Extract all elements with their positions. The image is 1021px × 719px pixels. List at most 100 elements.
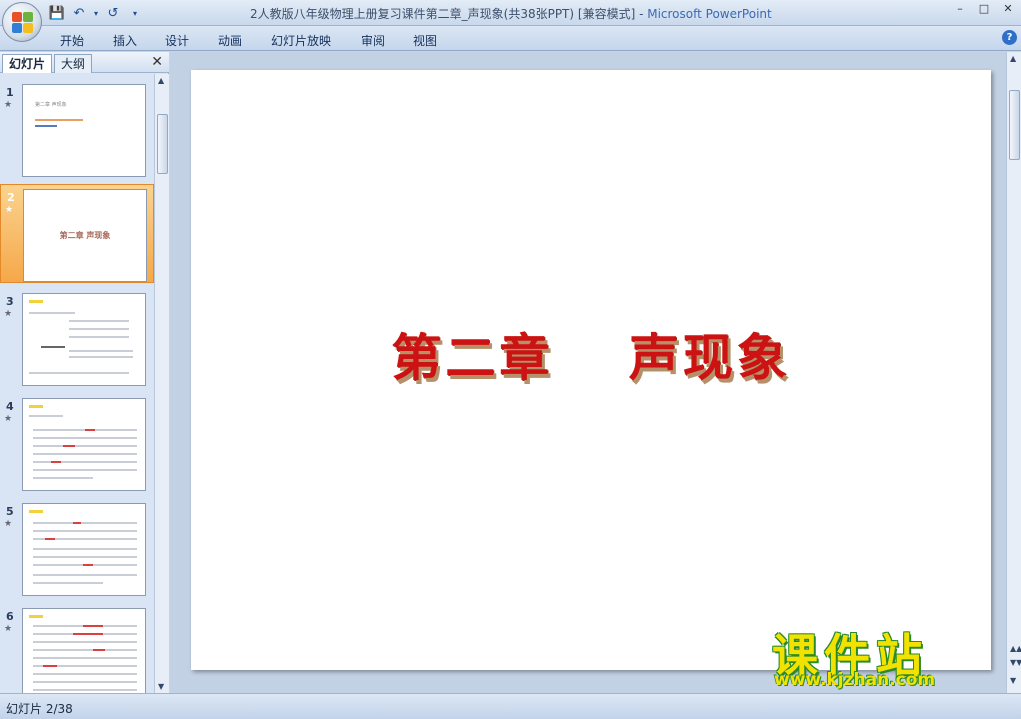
thumbnail-header-mark — [29, 615, 43, 618]
transition-star-icon: ★ — [5, 205, 14, 215]
scroll-up-icon[interactable]: ▲ — [158, 76, 164, 85]
thumbnail-scrollbar[interactable]: ▲ ▼ — [154, 74, 169, 693]
tab-slides[interactable]: 幻灯片 — [2, 54, 53, 73]
thumbnail-line — [33, 582, 103, 584]
thumbnail-header-mark — [29, 510, 43, 513]
office-button[interactable] — [2, 2, 42, 42]
scroll-down-icon[interactable]: ▼ — [158, 682, 164, 691]
thumbnail-line — [69, 320, 129, 322]
thumbnail-header-mark — [29, 405, 43, 408]
thumbnail-title: 第二章 声现象 — [59, 231, 111, 240]
thumbnail-highlight — [63, 445, 75, 447]
tab-design[interactable]: 设计 — [165, 32, 189, 49]
scroll-up-icon[interactable]: ▲ — [1010, 54, 1016, 63]
thumbnail-item[interactable]: 1 ★ 第二章 声现象 — [0, 80, 154, 179]
office-logo-icon — [12, 12, 34, 34]
quick-access-toolbar: 💾 ↶ ▾ ↺ ▾ — [48, 4, 144, 22]
redo-icon[interactable]: ↺ — [104, 4, 122, 22]
previous-slide-icon[interactable]: ▲▲ — [1010, 644, 1021, 653]
slide-title[interactable]: 第二章 声现象 — [191, 318, 991, 390]
watermark-url: www.kjzhan.com — [774, 670, 936, 690]
tab-outline[interactable]: 大纲 — [54, 54, 93, 73]
thumbnail-item[interactable]: 3 ★ — [0, 289, 154, 388]
status-bar: 幻灯片 2/38 — [0, 693, 1021, 719]
thumbnail-line — [33, 437, 137, 439]
thumbnail-line — [33, 469, 137, 471]
tab-review[interactable]: 审阅 — [361, 32, 385, 49]
thumbnail-line — [29, 372, 129, 374]
thumbnail-line — [33, 556, 137, 558]
thumbnail-line — [33, 477, 93, 479]
thumbnail-slide — [22, 398, 146, 491]
thumbnail-slide — [22, 503, 146, 596]
thumbnail-item-selected[interactable]: 2 ★ 第二章 声现象 — [0, 184, 154, 283]
transition-star-icon: ★ — [4, 100, 13, 110]
thumbnail-slide — [22, 293, 146, 386]
scrollbar-thumb[interactable] — [157, 114, 168, 174]
thumbnail-item[interactable]: 4 ★ — [0, 394, 154, 493]
thumbnail-number: 1 — [6, 86, 14, 99]
thumbnail-link — [35, 125, 57, 127]
thumbnail-line — [33, 548, 137, 550]
thumbnail-number: 3 — [6, 295, 14, 308]
tab-home[interactable]: 开始 — [60, 32, 84, 49]
thumbnail-highlight — [85, 429, 95, 431]
close-pane-icon[interactable]: ✕ — [151, 54, 163, 70]
thumbnail-rule — [35, 119, 83, 121]
thumbnail-number: 2 — [7, 191, 15, 204]
window-title: 2人教版八年级物理上册复习课件第二章_声现象(共38张PPT) [兼容模式] -… — [250, 5, 772, 22]
tab-animations[interactable]: 动画 — [218, 32, 242, 49]
thumbnail-item[interactable]: 6 ★ — [0, 604, 154, 693]
thumbnail-number: 4 — [6, 400, 14, 413]
thumbnail-highlight — [43, 665, 57, 667]
thumbnail-line — [33, 530, 137, 532]
thumbnail-line — [33, 689, 137, 691]
transition-star-icon: ★ — [4, 519, 13, 529]
close-button[interactable]: ✕ — [1001, 2, 1015, 15]
thumbnail-list: 1 ★ 第二章 声现象 2 ★ 第二章 声现象 3 ★ 4 ★ 5 ★ 6 ★ — [0, 74, 154, 693]
customize-dropdown-icon[interactable]: ▾ — [126, 4, 144, 22]
thumbnail-slide: 第二章 声现象 — [22, 84, 146, 177]
thumbnail-number: 6 — [6, 610, 14, 623]
slides-pane: 幻灯片 大纲 ✕ 1 ★ 第二章 声现象 2 ★ 第二章 声现象 3 ★ 4 ★… — [0, 52, 169, 693]
thumbnail-title: 第二章 声现象 — [35, 102, 67, 108]
tab-insert[interactable]: 插入 — [113, 32, 137, 49]
minimize-button[interactable]: – — [953, 2, 967, 15]
app-name: Microsoft PowerPoint — [647, 7, 772, 21]
thumbnail-highlight — [83, 625, 103, 627]
watermark-logo: 课件站 www.kjzhan.com — [766, 620, 1002, 692]
title-bar: 💾 ↶ ▾ ↺ ▾ 2人教版八年级物理上册复习课件第二章_声现象(共38张PPT… — [0, 0, 1021, 26]
tab-slideshow[interactable]: 幻灯片放映 — [271, 32, 331, 49]
thumbnail-line — [33, 673, 137, 675]
thumbnail-header-mark — [29, 300, 43, 303]
thumbnail-slide — [22, 608, 146, 693]
thumbnail-highlight — [45, 538, 55, 540]
thumbnail-line — [69, 350, 133, 352]
scroll-down-icon[interactable]: ▼ — [1010, 676, 1016, 685]
current-slide[interactable]: 第二章 声现象 — [191, 70, 991, 670]
thumbnail-item[interactable]: 5 ★ — [0, 499, 154, 598]
scrollbar-thumb[interactable] — [1009, 90, 1020, 160]
thumbnail-line — [29, 415, 63, 417]
thumbnail-diagram — [41, 346, 65, 348]
help-icon[interactable]: ? — [1002, 30, 1017, 45]
thumbnail-line — [33, 574, 137, 576]
thumbnail-highlight — [73, 633, 103, 635]
thumbnail-line — [29, 312, 75, 314]
window-controls: – □ ✕ — [953, 2, 1015, 15]
undo-dropdown-icon[interactable]: ▾ — [92, 4, 100, 22]
pane-tabs: 幻灯片 大纲 ✕ — [0, 52, 169, 73]
tab-view[interactable]: 视图 — [413, 32, 437, 49]
thumbnail-line — [69, 336, 129, 338]
transition-star-icon: ★ — [4, 414, 13, 424]
save-icon[interactable]: 💾 — [48, 4, 66, 22]
thumbnail-line — [33, 681, 137, 683]
slide-scrollbar[interactable]: ▲ ▲▲ ▼▼ ▼ — [1006, 52, 1021, 693]
next-slide-icon[interactable]: ▼▼ — [1010, 658, 1021, 667]
thumbnail-line — [33, 453, 137, 455]
undo-icon[interactable]: ↶ — [70, 4, 88, 22]
document-title: 2人教版八年级物理上册复习课件第二章_声现象(共38张PPT) [兼容模式] - — [250, 7, 648, 21]
thumbnail-line — [33, 522, 137, 524]
maximize-button[interactable]: □ — [977, 2, 991, 15]
thumbnail-line — [69, 356, 133, 358]
